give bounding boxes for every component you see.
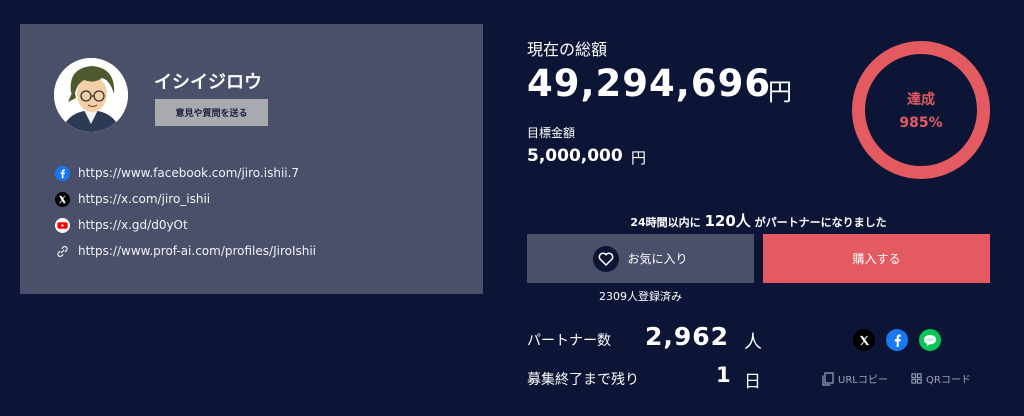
remaining-label: 募集終了まで残り — [527, 372, 639, 388]
recent-partners-prefix: 24時間以内に — [630, 216, 701, 229]
favorite-count: 2309人登録済み — [599, 290, 682, 303]
x-link-text: https://x.com/jiro_ishii — [78, 192, 211, 206]
share-line-button[interactable] — [919, 329, 941, 351]
facebook-icon — [894, 334, 901, 347]
favorite-button[interactable]: お気に入り — [527, 234, 754, 283]
website-link-text: https://www.prof-ai.com/profiles/JiroIsh… — [78, 244, 317, 258]
favorite-button-label: お気に入り — [627, 252, 688, 266]
avatar[interactable] — [54, 58, 128, 132]
remaining-unit: 日 — [744, 372, 761, 392]
achievement-badge: 達成 985% — [852, 41, 990, 179]
send-feedback-button[interactable]: 意見や質問を送る — [155, 99, 268, 126]
facebook-link-text: https://www.facebook.com/jiro.ishii.7 — [78, 166, 300, 180]
youtube-link-text: https://x.gd/d0yOt — [78, 218, 188, 232]
total-amount: 49,294,696 — [527, 62, 772, 105]
website-link[interactable]: https://www.prof-ai.com/profiles/JiroIsh… — [54, 242, 316, 260]
remaining-count: 1 — [716, 363, 731, 387]
goal-label: 目標金額 — [527, 126, 576, 140]
facebook-link[interactable]: https://www.facebook.com/jiro.ishii.7 — [54, 164, 299, 182]
profile-card: イシイジロウ 意見や質問を送る https://www.facebook.com… — [20, 24, 483, 294]
partners-label: パートナー数 — [527, 333, 611, 349]
buy-button[interactable]: 購入する — [763, 234, 990, 283]
partners-unit: 人 — [744, 332, 762, 353]
url-copy-button[interactable]: URLコピー — [822, 371, 888, 386]
goal-unit: 円 — [631, 149, 647, 167]
share-facebook-button[interactable] — [886, 329, 908, 351]
share-x-button[interactable] — [853, 329, 875, 351]
recent-partners-count: 120人 — [704, 212, 751, 230]
x-icon — [859, 335, 869, 345]
facebook-icon — [54, 165, 70, 181]
line-icon — [923, 334, 937, 346]
url-copy-label: URLコピー — [838, 375, 888, 386]
qr-code-label: QRコード — [926, 375, 971, 386]
achievement-label: 達成 — [907, 92, 935, 108]
recent-partners-suffix: がパートナーになりました — [754, 216, 887, 229]
total-unit: 円 — [768, 78, 792, 106]
x-link[interactable]: https://x.com/jiro_ishii — [54, 190, 210, 208]
x-icon — [54, 191, 70, 207]
achievement-percent: 985% — [899, 115, 943, 131]
goal-amount: 5,000,000 — [527, 146, 623, 166]
qr-code-icon — [911, 373, 922, 384]
youtube-icon — [54, 217, 70, 233]
profile-name: イシイジロウ — [154, 72, 262, 93]
total-label: 現在の総額 — [527, 40, 608, 59]
youtube-link[interactable]: https://x.gd/d0yOt — [54, 216, 188, 234]
recent-partners-note: 24時間以内に 120人 がパートナーになりました — [527, 210, 990, 231]
partners-count: 2,962 — [645, 322, 730, 351]
heart-icon — [593, 245, 620, 272]
copy-icon — [822, 371, 834, 386]
link-icon — [54, 243, 70, 259]
qr-code-button[interactable]: QRコード — [911, 371, 971, 386]
